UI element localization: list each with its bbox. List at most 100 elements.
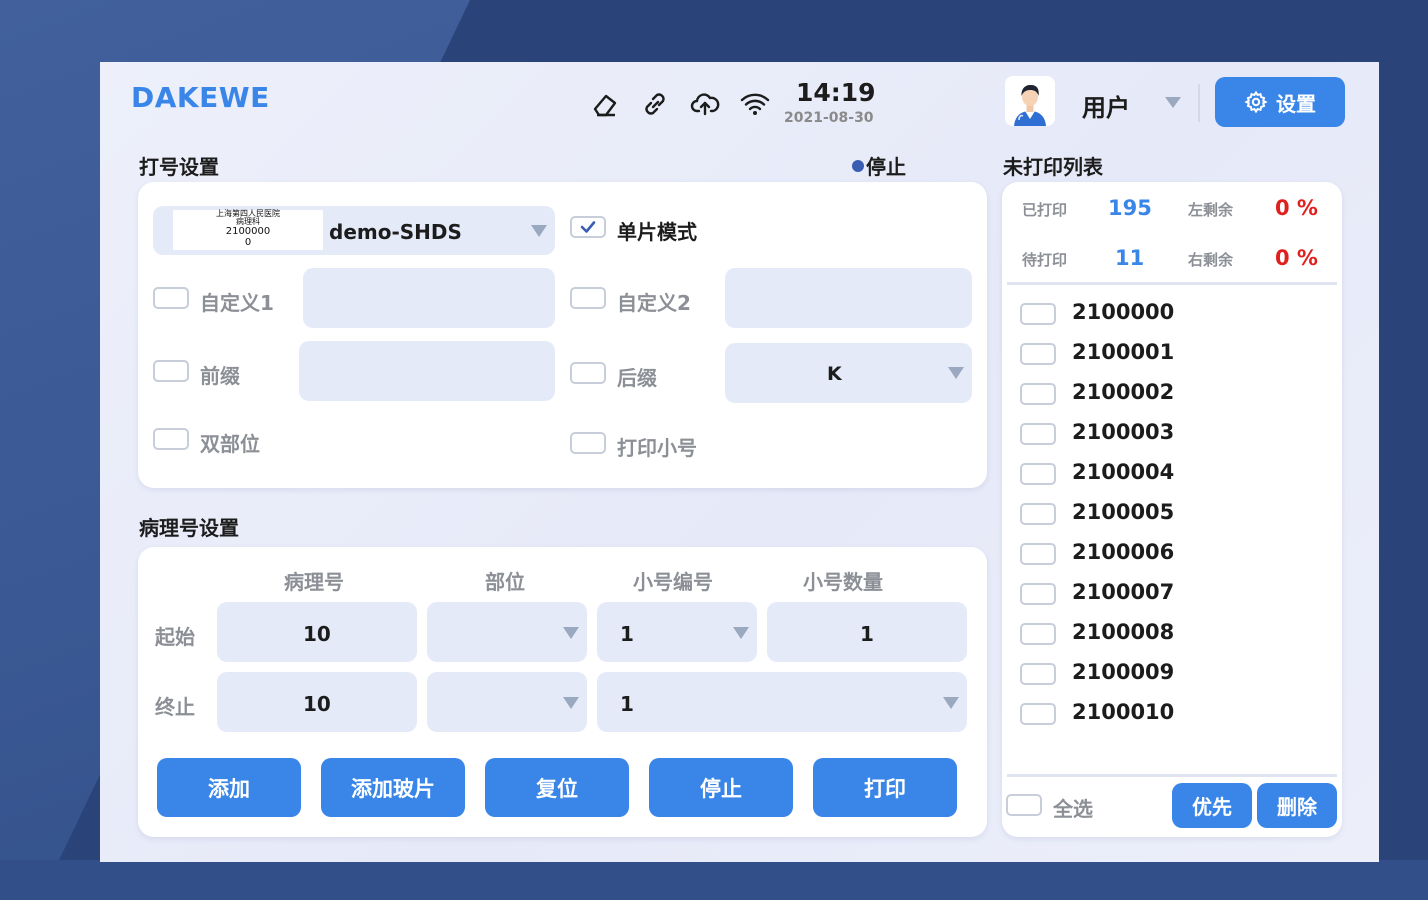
list-item-checkbox[interactable] xyxy=(1020,663,1056,685)
settings-button[interactable]: 设置 xyxy=(1215,77,1345,127)
end-pathology-value: 10 xyxy=(303,692,331,716)
template-name: demo-SHDS xyxy=(329,220,462,244)
list-item-checkbox[interactable] xyxy=(1020,543,1056,565)
custom2-input[interactable] xyxy=(725,268,972,328)
cloud-upload-icon[interactable] xyxy=(689,88,721,120)
reset-button[interactable]: 复位 xyxy=(485,758,629,817)
custom1-checkbox[interactable] xyxy=(153,287,189,309)
clock-time: 14:19 xyxy=(796,78,876,107)
suffix-caret[interactable] xyxy=(948,367,964,379)
list-item[interactable]: 2100009 xyxy=(1020,658,1260,688)
background-strip xyxy=(0,860,1428,900)
list-item[interactable]: 2100008 xyxy=(1020,618,1260,648)
list-item-checkbox[interactable] xyxy=(1020,703,1056,725)
list-item-checkbox[interactable] xyxy=(1020,503,1056,525)
double-part-label: 双部位 xyxy=(200,432,260,456)
custom2-label: 自定义2 xyxy=(617,291,691,315)
add-button[interactable]: 添加 xyxy=(157,758,301,817)
gear-icon xyxy=(1244,90,1268,114)
link-icon[interactable] xyxy=(639,88,671,120)
list-item-number: 2100003 xyxy=(1072,420,1175,444)
left-remaining-value: 0 % xyxy=(1275,196,1318,220)
list-item[interactable]: 2100003 xyxy=(1020,418,1260,448)
list-item[interactable]: 2100002 xyxy=(1020,378,1260,408)
list-item-number: 2100006 xyxy=(1072,540,1175,564)
list-item[interactable]: 2100007 xyxy=(1020,578,1260,608)
list-item-checkbox[interactable] xyxy=(1020,383,1056,405)
select-all-checkbox[interactable] xyxy=(1006,794,1042,816)
prefix-input[interactable] xyxy=(299,341,555,401)
delete-button[interactable]: 删除 xyxy=(1257,783,1337,828)
print-status-label: 停止 xyxy=(866,155,906,179)
list-item-number: 2100001 xyxy=(1072,340,1175,364)
user-name-label[interactable]: 用户 xyxy=(1082,88,1130,123)
list-item[interactable]: 2100006 xyxy=(1020,538,1260,568)
prefix-checkbox[interactable] xyxy=(153,360,189,382)
add-slide-button[interactable]: 添加玻片 xyxy=(321,758,465,817)
end-row-label: 终止 xyxy=(155,695,195,719)
thumbnail-line-code: 2100000 xyxy=(225,226,271,237)
thumbnail-line-suffix: 0 xyxy=(244,237,252,248)
stop-button[interactable]: 停止 xyxy=(649,758,793,817)
prefix-label: 前缀 xyxy=(200,364,240,388)
print-button[interactable]: 打印 xyxy=(813,758,957,817)
printed-count-label: 已打印 xyxy=(1022,201,1068,219)
end-small-no-value: 1 xyxy=(620,692,634,716)
print-small-checkbox[interactable] xyxy=(570,432,606,454)
end-part-caret[interactable] xyxy=(563,697,579,709)
template-thumbnail: 上海第四人民医院 病理科 2100000 0 xyxy=(173,210,323,250)
right-remaining-value: 0 % xyxy=(1275,246,1318,270)
list-item-number: 2100008 xyxy=(1072,620,1175,644)
right-remaining-label: 右剩余 xyxy=(1188,251,1234,269)
suffix-checkbox[interactable] xyxy=(570,362,606,384)
list-item[interactable]: 2100010 xyxy=(1020,698,1260,728)
list-item-number: 2100010 xyxy=(1072,700,1175,724)
list-footer-divider xyxy=(1007,774,1337,777)
unprinted-list-title: 未打印列表 xyxy=(1003,155,1103,179)
pathology-settings-title: 病理号设置 xyxy=(139,516,239,540)
list-item-checkbox[interactable] xyxy=(1020,463,1056,485)
single-mode-checkbox[interactable] xyxy=(570,216,606,238)
custom2-checkbox[interactable] xyxy=(570,287,606,309)
list-item-checkbox[interactable] xyxy=(1020,303,1056,325)
print-small-label: 打印小号 xyxy=(617,436,697,460)
custom1-input[interactable] xyxy=(303,268,555,328)
start-row-label: 起始 xyxy=(155,625,195,649)
list-item-checkbox[interactable] xyxy=(1020,623,1056,645)
start-part-caret[interactable] xyxy=(563,627,579,639)
end-small-no-caret[interactable] xyxy=(943,697,959,709)
template-caret[interactable] xyxy=(531,225,547,237)
single-mode-label: 单片模式 xyxy=(617,220,697,244)
list-item-number: 2100009 xyxy=(1072,660,1175,684)
list-item-checkbox[interactable] xyxy=(1020,423,1056,445)
stats-divider xyxy=(1007,282,1337,285)
column-small-no: 小号编号 xyxy=(633,570,713,594)
column-small-count: 小号数量 xyxy=(803,570,883,594)
list-item-checkbox[interactable] xyxy=(1020,583,1056,605)
app-window: DAKEWE 14:19 2021-08-30 用户 设置 打号设置 停止 未打… xyxy=(100,62,1379,862)
clock-date: 2021-08-30 xyxy=(784,110,874,126)
list-item-checkbox[interactable] xyxy=(1020,343,1056,365)
list-item[interactable]: 2100000 xyxy=(1020,298,1260,328)
list-item[interactable]: 2100005 xyxy=(1020,498,1260,528)
status-dot xyxy=(852,159,864,172)
list-item-number: 2100000 xyxy=(1072,300,1175,324)
settings-label: 设置 xyxy=(1276,91,1316,116)
double-part-checkbox[interactable] xyxy=(153,428,189,450)
priority-button[interactable]: 优先 xyxy=(1172,783,1252,828)
column-part: 部位 xyxy=(485,570,525,594)
suffix-select[interactable] xyxy=(725,343,972,403)
list-item-number: 2100004 xyxy=(1072,460,1175,484)
list-item-number: 2100005 xyxy=(1072,500,1175,524)
list-item[interactable]: 2100001 xyxy=(1020,338,1260,368)
eraser-icon[interactable] xyxy=(589,88,621,120)
start-small-no-caret[interactable] xyxy=(733,627,749,639)
list-item[interactable]: 2100004 xyxy=(1020,458,1260,488)
user-dropdown-caret[interactable] xyxy=(1165,97,1181,108)
user-avatar[interactable] xyxy=(1005,76,1055,126)
print-settings-title: 打号设置 xyxy=(139,155,219,179)
pending-count-value: 11 xyxy=(1115,246,1145,270)
wifi-icon[interactable] xyxy=(739,88,771,120)
start-pathology-value: 10 xyxy=(303,622,331,646)
end-small-no-select[interactable] xyxy=(597,672,967,732)
